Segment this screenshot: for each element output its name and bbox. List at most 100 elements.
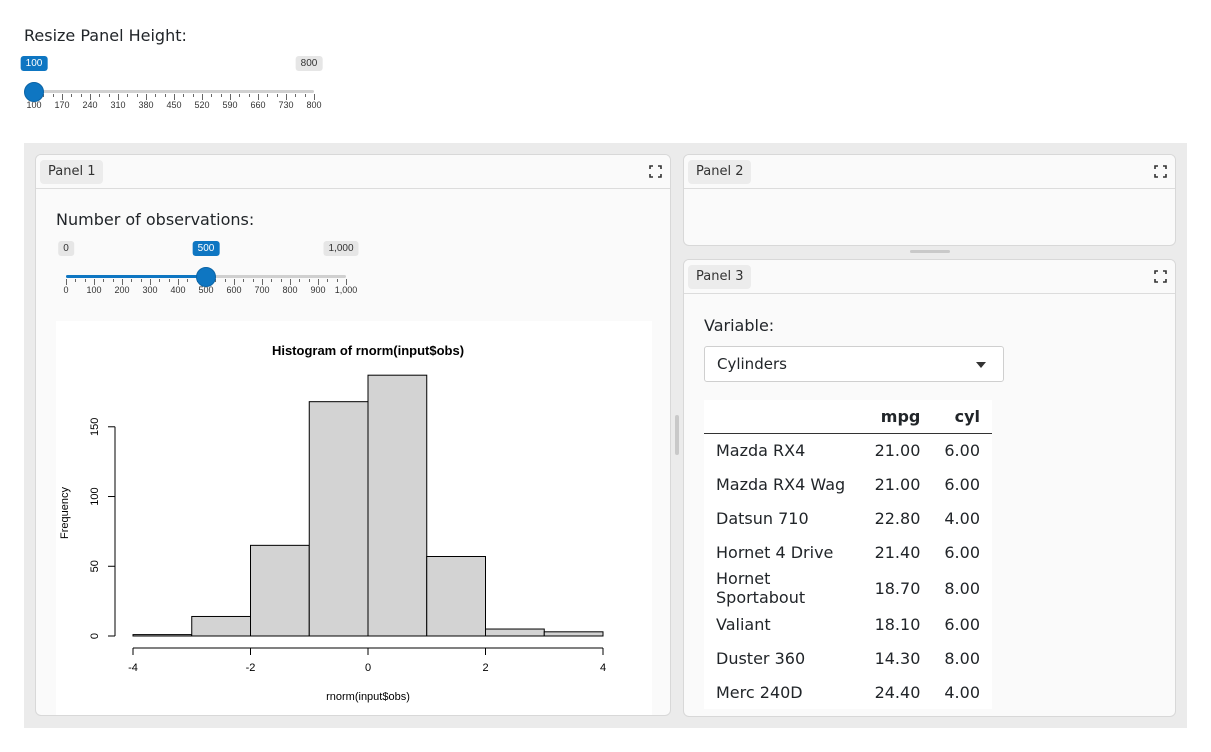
vertical-splitter-handle[interactable] bbox=[675, 415, 679, 455]
x-tick-label: 4 bbox=[600, 662, 606, 674]
histogram-bar bbox=[543, 631, 604, 637]
observations-slider-tick-label: 600 bbox=[226, 285, 242, 295]
observations-slider-minor-tick bbox=[168, 279, 170, 282]
variable-select-value: Cylinders bbox=[717, 355, 787, 373]
resize-slider-tick-label: 800 bbox=[306, 100, 322, 110]
table-row: Hornet 4 Drive 21.40 6.00 bbox=[704, 535, 992, 569]
table-header-cyl: cyl bbox=[932, 400, 992, 434]
table-cell-mpg: 18.10 bbox=[874, 614, 921, 634]
observations-slider-minor-tick bbox=[112, 279, 114, 282]
resize-slider-minor-tick bbox=[52, 94, 54, 97]
resize-slider-tick-label: 170 bbox=[54, 100, 70, 110]
resize-panel-height-label: Resize Panel Height: bbox=[24, 26, 187, 45]
table-row: Valiant 18.10 6.00 bbox=[704, 607, 992, 641]
resize-slider-minor-tick bbox=[183, 94, 185, 97]
resize-slider-minor-tick bbox=[248, 94, 250, 97]
observations-slider-minor-tick bbox=[159, 279, 161, 282]
observations-slider-tick-label: 100 bbox=[86, 285, 102, 295]
observations-slider-minor-tick bbox=[327, 279, 329, 282]
resize-panel-height-slider[interactable]: 1008001001001702403103804505205906607308… bbox=[20, 56, 324, 116]
observations-slider-minor-tick bbox=[271, 279, 273, 282]
table-cell-mpg: 21.00 bbox=[874, 440, 921, 460]
table-row: Mazda RX4 21.00 6.00 bbox=[704, 433, 992, 467]
observations-slider-tick-label: 700 bbox=[254, 285, 270, 295]
y-tick-label: 50 bbox=[89, 560, 101, 572]
expand-icon[interactable] bbox=[649, 165, 662, 178]
chart-title: Histogram of rnorm(input$obs) bbox=[272, 343, 464, 358]
x-tick-label: -2 bbox=[246, 662, 256, 674]
resize-slider-minor-tick bbox=[136, 94, 138, 97]
observations-slider-minor-tick bbox=[252, 279, 254, 282]
table-cell-cyl: 6.00 bbox=[944, 542, 980, 562]
table-cell-car: Duster 360 bbox=[716, 648, 806, 668]
panel-1: Panel 1 Number of observations: 0 1,000 50… bbox=[35, 154, 671, 716]
expand-icon[interactable] bbox=[1154, 270, 1167, 283]
table-cell-mpg: 22.80 bbox=[874, 508, 921, 528]
resize-slider-track[interactable] bbox=[34, 90, 314, 93]
resize-slider-tick-label: 450 bbox=[166, 100, 182, 110]
table-row: Hornet Sportabout 18.70 8.00 bbox=[704, 569, 992, 607]
observations-slider-tick-label: 400 bbox=[170, 285, 186, 295]
observations-slider-minor-tick bbox=[187, 279, 189, 282]
panel-1-tab[interactable]: Panel 1 bbox=[40, 160, 104, 184]
table-cell-mpg: 24.40 bbox=[874, 682, 921, 702]
histogram-bar bbox=[191, 615, 251, 637]
histogram-bar bbox=[132, 634, 193, 637]
resize-slider-tick-label: 590 bbox=[222, 100, 238, 110]
histogram-plot: Histogram of rnorm(input$obs) -4 -2 0 2 4 rnor… bbox=[56, 321, 652, 715]
resize-slider-minor-tick bbox=[71, 94, 73, 97]
table-cell-car: Datsun 710 bbox=[716, 508, 809, 528]
observations-slider-tick-label: 500 bbox=[198, 285, 214, 295]
resize-slider-minor-tick bbox=[304, 94, 306, 97]
variable-select[interactable]: Cylinders bbox=[704, 346, 1004, 382]
observations-slider-tick-label: 0 bbox=[63, 285, 69, 295]
table-row: Datsun 710 22.80 4.00 bbox=[704, 501, 992, 535]
observations-label: Number of observations: bbox=[56, 210, 255, 229]
resize-slider-tick-label: 380 bbox=[138, 100, 154, 110]
resize-slider-tick-label: 730 bbox=[278, 100, 294, 110]
resize-slider-tick-label: 100 bbox=[26, 100, 42, 110]
panel-2-tab[interactable]: Panel 2 bbox=[688, 160, 752, 184]
table-header-name bbox=[704, 400, 863, 434]
resize-slider-minor-tick bbox=[127, 94, 129, 97]
y-axis-label: Frequency bbox=[59, 487, 71, 539]
observations-slider-tick-label: 900 bbox=[310, 285, 326, 295]
observations-slider-minor-tick bbox=[224, 279, 226, 282]
dashboard: Panel 1 Number of observations: 0 1,000 50… bbox=[24, 143, 1187, 728]
resize-slider-handle[interactable] bbox=[24, 81, 44, 102]
table-cell-cyl: 8.00 bbox=[944, 648, 980, 668]
table-cell-mpg: 21.00 bbox=[874, 474, 921, 494]
variable-label: Variable: bbox=[704, 316, 775, 335]
resize-slider-value-badge: 100 bbox=[20, 56, 48, 71]
observations-slider-minor-tick bbox=[336, 279, 338, 282]
histogram-bar bbox=[485, 628, 545, 637]
observations-slider-handle[interactable] bbox=[196, 266, 216, 287]
horizontal-splitter-handle[interactable] bbox=[910, 250, 950, 253]
observations-slider-minor-tick bbox=[140, 279, 142, 282]
panel-2: Panel 2 bbox=[683, 154, 1176, 246]
table-cell-cyl: 4.00 bbox=[944, 508, 980, 528]
resize-slider-minor-tick bbox=[267, 94, 269, 97]
table-cell-cyl: 6.00 bbox=[944, 614, 980, 634]
table-cell-mpg: 21.40 bbox=[874, 542, 921, 562]
table-row: Mazda RX4 Wag 21.00 6.00 bbox=[704, 467, 992, 501]
expand-icon[interactable] bbox=[1154, 165, 1167, 178]
observations-slider-tick-label: 300 bbox=[142, 285, 158, 295]
cars-table: mpg cyl Mazda RX4 21.00 6.00 Mazda RX4 Wag 2… bbox=[704, 400, 992, 709]
histogram-bar bbox=[308, 401, 369, 637]
resize-slider-minor-tick bbox=[99, 94, 101, 97]
observations-slider-minor-tick bbox=[103, 279, 105, 282]
table-cell-cyl: 6.00 bbox=[944, 474, 980, 494]
resize-slider-minor-tick bbox=[276, 94, 278, 97]
observations-slider-min-badge: 0 bbox=[58, 241, 74, 256]
resize-slider-minor-tick bbox=[192, 94, 194, 97]
x-tick-label: 0 bbox=[365, 662, 371, 674]
resize-slider-minor-tick bbox=[239, 94, 241, 97]
resize-slider-tick-label: 310 bbox=[110, 100, 126, 110]
observations-slider-tick-label: 1,000 bbox=[334, 285, 358, 295]
observations-slider[interactable]: 0 1,000 500 0 100 200 300 400 500 600 700 800 900 1,0… bbox=[56, 241, 359, 301]
histogram-svg: Histogram of rnorm(input$obs) -4 -2 0 2 4 rnor… bbox=[59, 343, 606, 703]
panel-3-tab[interactable]: Panel 3 bbox=[688, 265, 752, 289]
observations-slider-minor-tick bbox=[243, 279, 245, 282]
resize-slider-minor-tick bbox=[295, 94, 297, 97]
